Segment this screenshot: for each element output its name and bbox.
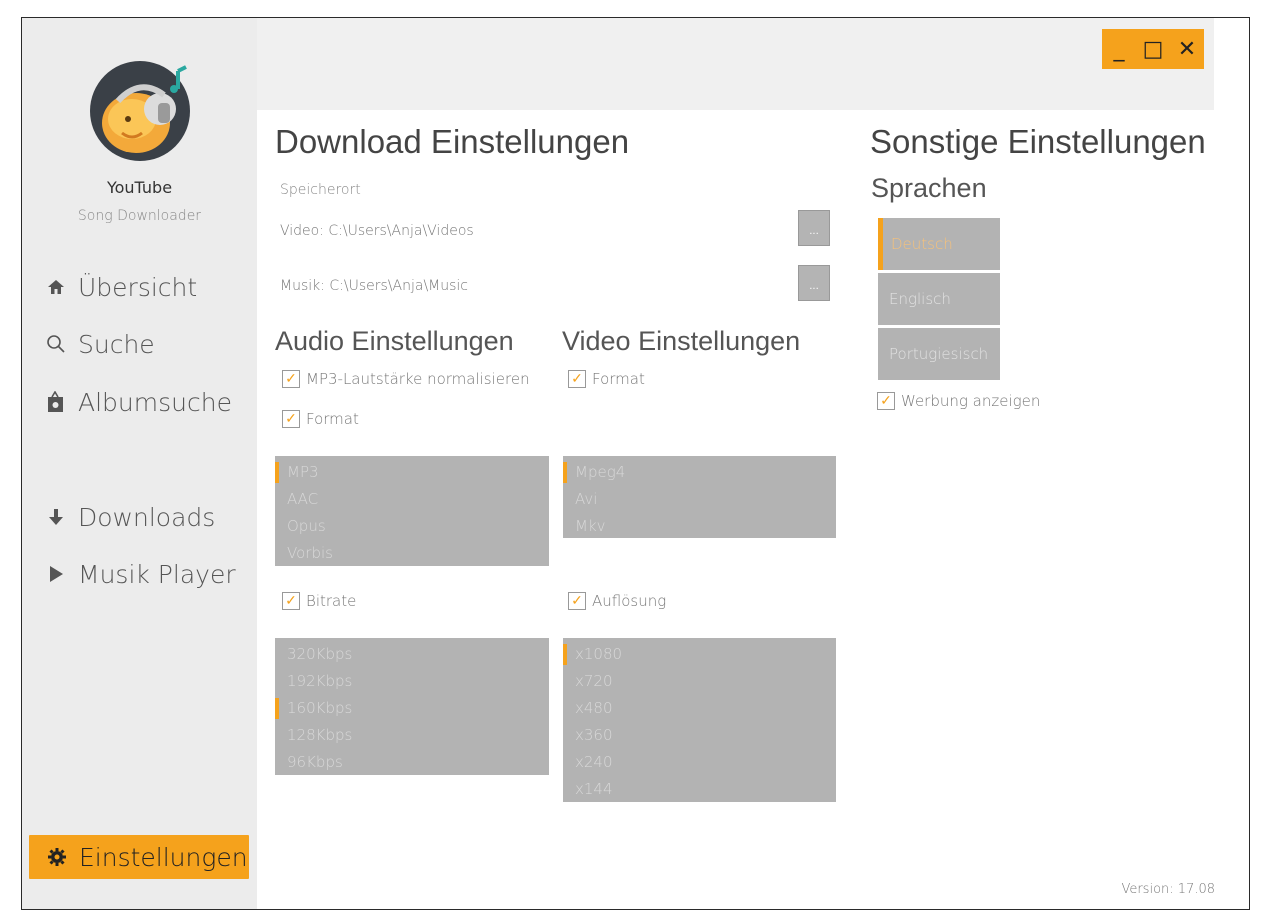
- close-button[interactable]: ✕: [1170, 29, 1204, 69]
- audio-format-checkbox[interactable]: ✓ Format: [282, 410, 359, 428]
- nav-item-music-player[interactable]: Musik Player: [46, 554, 236, 594]
- video-format-label: Format: [592, 370, 645, 388]
- normalize-checkbox[interactable]: ✓ MP3-Lautstärke normalisieren: [282, 370, 530, 388]
- gear-icon: [47, 847, 75, 867]
- list-item[interactable]: 160Kbps: [275, 695, 549, 722]
- bitrate-list[interactable]: 320Kbps 192Kbps 160Kbps 128Kbps 96Kbps: [275, 638, 549, 775]
- video-format-checkbox[interactable]: ✓ Format: [568, 370, 645, 388]
- list-item[interactable]: x240: [563, 749, 836, 776]
- show-ads-label: Werbung anzeigen: [901, 392, 1041, 410]
- list-item[interactable]: Mkv: [563, 513, 836, 540]
- nav-item-overview[interactable]: Übersicht: [46, 267, 197, 307]
- audio-format-label: Format: [306, 410, 359, 428]
- minimize-icon: _: [1113, 36, 1125, 62]
- language-option-english[interactable]: Englisch: [878, 273, 1000, 325]
- version-label: Version: 17.08: [1121, 882, 1215, 897]
- download-settings-title: Download Einstellungen: [275, 123, 630, 160]
- show-ads-checkbox[interactable]: ✓ Werbung anzeigen: [877, 392, 1040, 410]
- list-item[interactable]: x1080: [563, 641, 836, 668]
- other-settings-title: Sonstige Einstellungen: [870, 123, 1206, 160]
- nav-label-search: Suche: [78, 329, 155, 359]
- checkmark-icon: ✓: [282, 370, 300, 388]
- resolution-label: Auflösung: [592, 592, 667, 610]
- list-item[interactable]: 192Kbps: [275, 668, 549, 695]
- list-item[interactable]: AAC: [275, 486, 549, 513]
- list-item[interactable]: 128Kbps: [275, 722, 549, 749]
- nav-label-album-search: Albumsuche: [78, 387, 232, 417]
- bitrate-label: Bitrate: [306, 592, 357, 610]
- video-path-browse-button[interactable]: ...: [798, 210, 830, 246]
- list-item[interactable]: 320Kbps: [275, 641, 549, 668]
- list-item[interactable]: Opus: [275, 513, 549, 540]
- list-item[interactable]: x720: [563, 668, 836, 695]
- album-icon: [46, 391, 74, 413]
- video-path: Video: C:\Users\Anja\Videos: [280, 223, 474, 239]
- play-icon: [46, 564, 74, 584]
- location-label: Speicherort: [280, 182, 361, 198]
- nav-label-music-player: Musik Player: [78, 559, 236, 589]
- maximize-button[interactable]: □: [1136, 29, 1170, 69]
- title-bar: _ □ ✕: [257, 18, 1214, 110]
- languages-title: Sprachen: [871, 173, 987, 203]
- close-icon: ✕: [1177, 36, 1197, 62]
- nav-label-overview: Übersicht: [78, 272, 198, 302]
- list-item[interactable]: x144: [563, 776, 836, 803]
- home-icon: [46, 277, 74, 297]
- sidebar: YouTube Song Downloader Übersicht Suche …: [22, 18, 257, 909]
- browse-button-label: ...: [809, 281, 819, 292]
- normalize-label: MP3-Lautstärke normalisieren: [306, 370, 530, 388]
- maximize-icon: □: [1142, 36, 1164, 62]
- list-item[interactable]: x480: [563, 695, 836, 722]
- list-item[interactable]: x360: [563, 722, 836, 749]
- language-option-german[interactable]: Deutsch: [878, 218, 1000, 270]
- app-name: YouTube: [106, 178, 173, 197]
- list-item[interactable]: Avi: [563, 486, 836, 513]
- music-path-browse-button[interactable]: ...: [798, 265, 830, 301]
- checkmark-icon: ✓: [877, 392, 895, 410]
- checkmark-icon: ✓: [282, 592, 300, 610]
- list-item[interactable]: MP3: [275, 459, 549, 486]
- resolution-checkbox[interactable]: ✓ Auflösung: [568, 592, 666, 610]
- window-controls: _ □ ✕: [1102, 29, 1204, 69]
- app-subtitle: Song Downloader: [77, 208, 202, 224]
- audio-settings-title: Audio Einstellungen: [275, 326, 514, 356]
- nav-item-album-search[interactable]: Albumsuche: [46, 382, 232, 422]
- music-path: Musik: C:\Users\Anja\Music: [280, 278, 469, 294]
- checkmark-icon: ✓: [568, 370, 586, 388]
- nav-item-downloads[interactable]: Downloads: [46, 497, 215, 537]
- arrow-down-icon: [46, 507, 74, 527]
- checkmark-icon: ✓: [568, 592, 586, 610]
- list-item[interactable]: Mpeg4: [563, 459, 836, 486]
- video-settings-title: Video Einstellungen: [562, 326, 801, 356]
- nav-label-settings: Einstellungen: [79, 842, 248, 872]
- list-item[interactable]: Vorbis: [275, 540, 549, 567]
- nav-item-search[interactable]: Suche: [46, 324, 155, 364]
- nav-item-settings[interactable]: Einstellungen: [29, 835, 249, 879]
- search-icon: [46, 334, 74, 354]
- resolution-list[interactable]: x1080 x720 x480 x360 x240 x144: [563, 638, 836, 802]
- minimize-button[interactable]: _: [1102, 29, 1136, 69]
- video-format-list[interactable]: Mpeg4 Avi Mkv: [563, 456, 836, 538]
- list-item[interactable]: 96Kbps: [275, 749, 549, 776]
- language-option-portuguese[interactable]: Portugiesisch: [878, 328, 1000, 380]
- bitrate-checkbox[interactable]: ✓ Bitrate: [282, 592, 356, 610]
- app-window: YouTube Song Downloader Übersicht Suche …: [21, 17, 1250, 910]
- app-logo: [90, 61, 190, 161]
- checkmark-icon: ✓: [282, 410, 300, 428]
- nav-label-downloads: Downloads: [78, 502, 216, 532]
- browse-button-label: ...: [809, 226, 819, 237]
- audio-format-list[interactable]: MP3 AAC Opus Vorbis: [275, 456, 549, 566]
